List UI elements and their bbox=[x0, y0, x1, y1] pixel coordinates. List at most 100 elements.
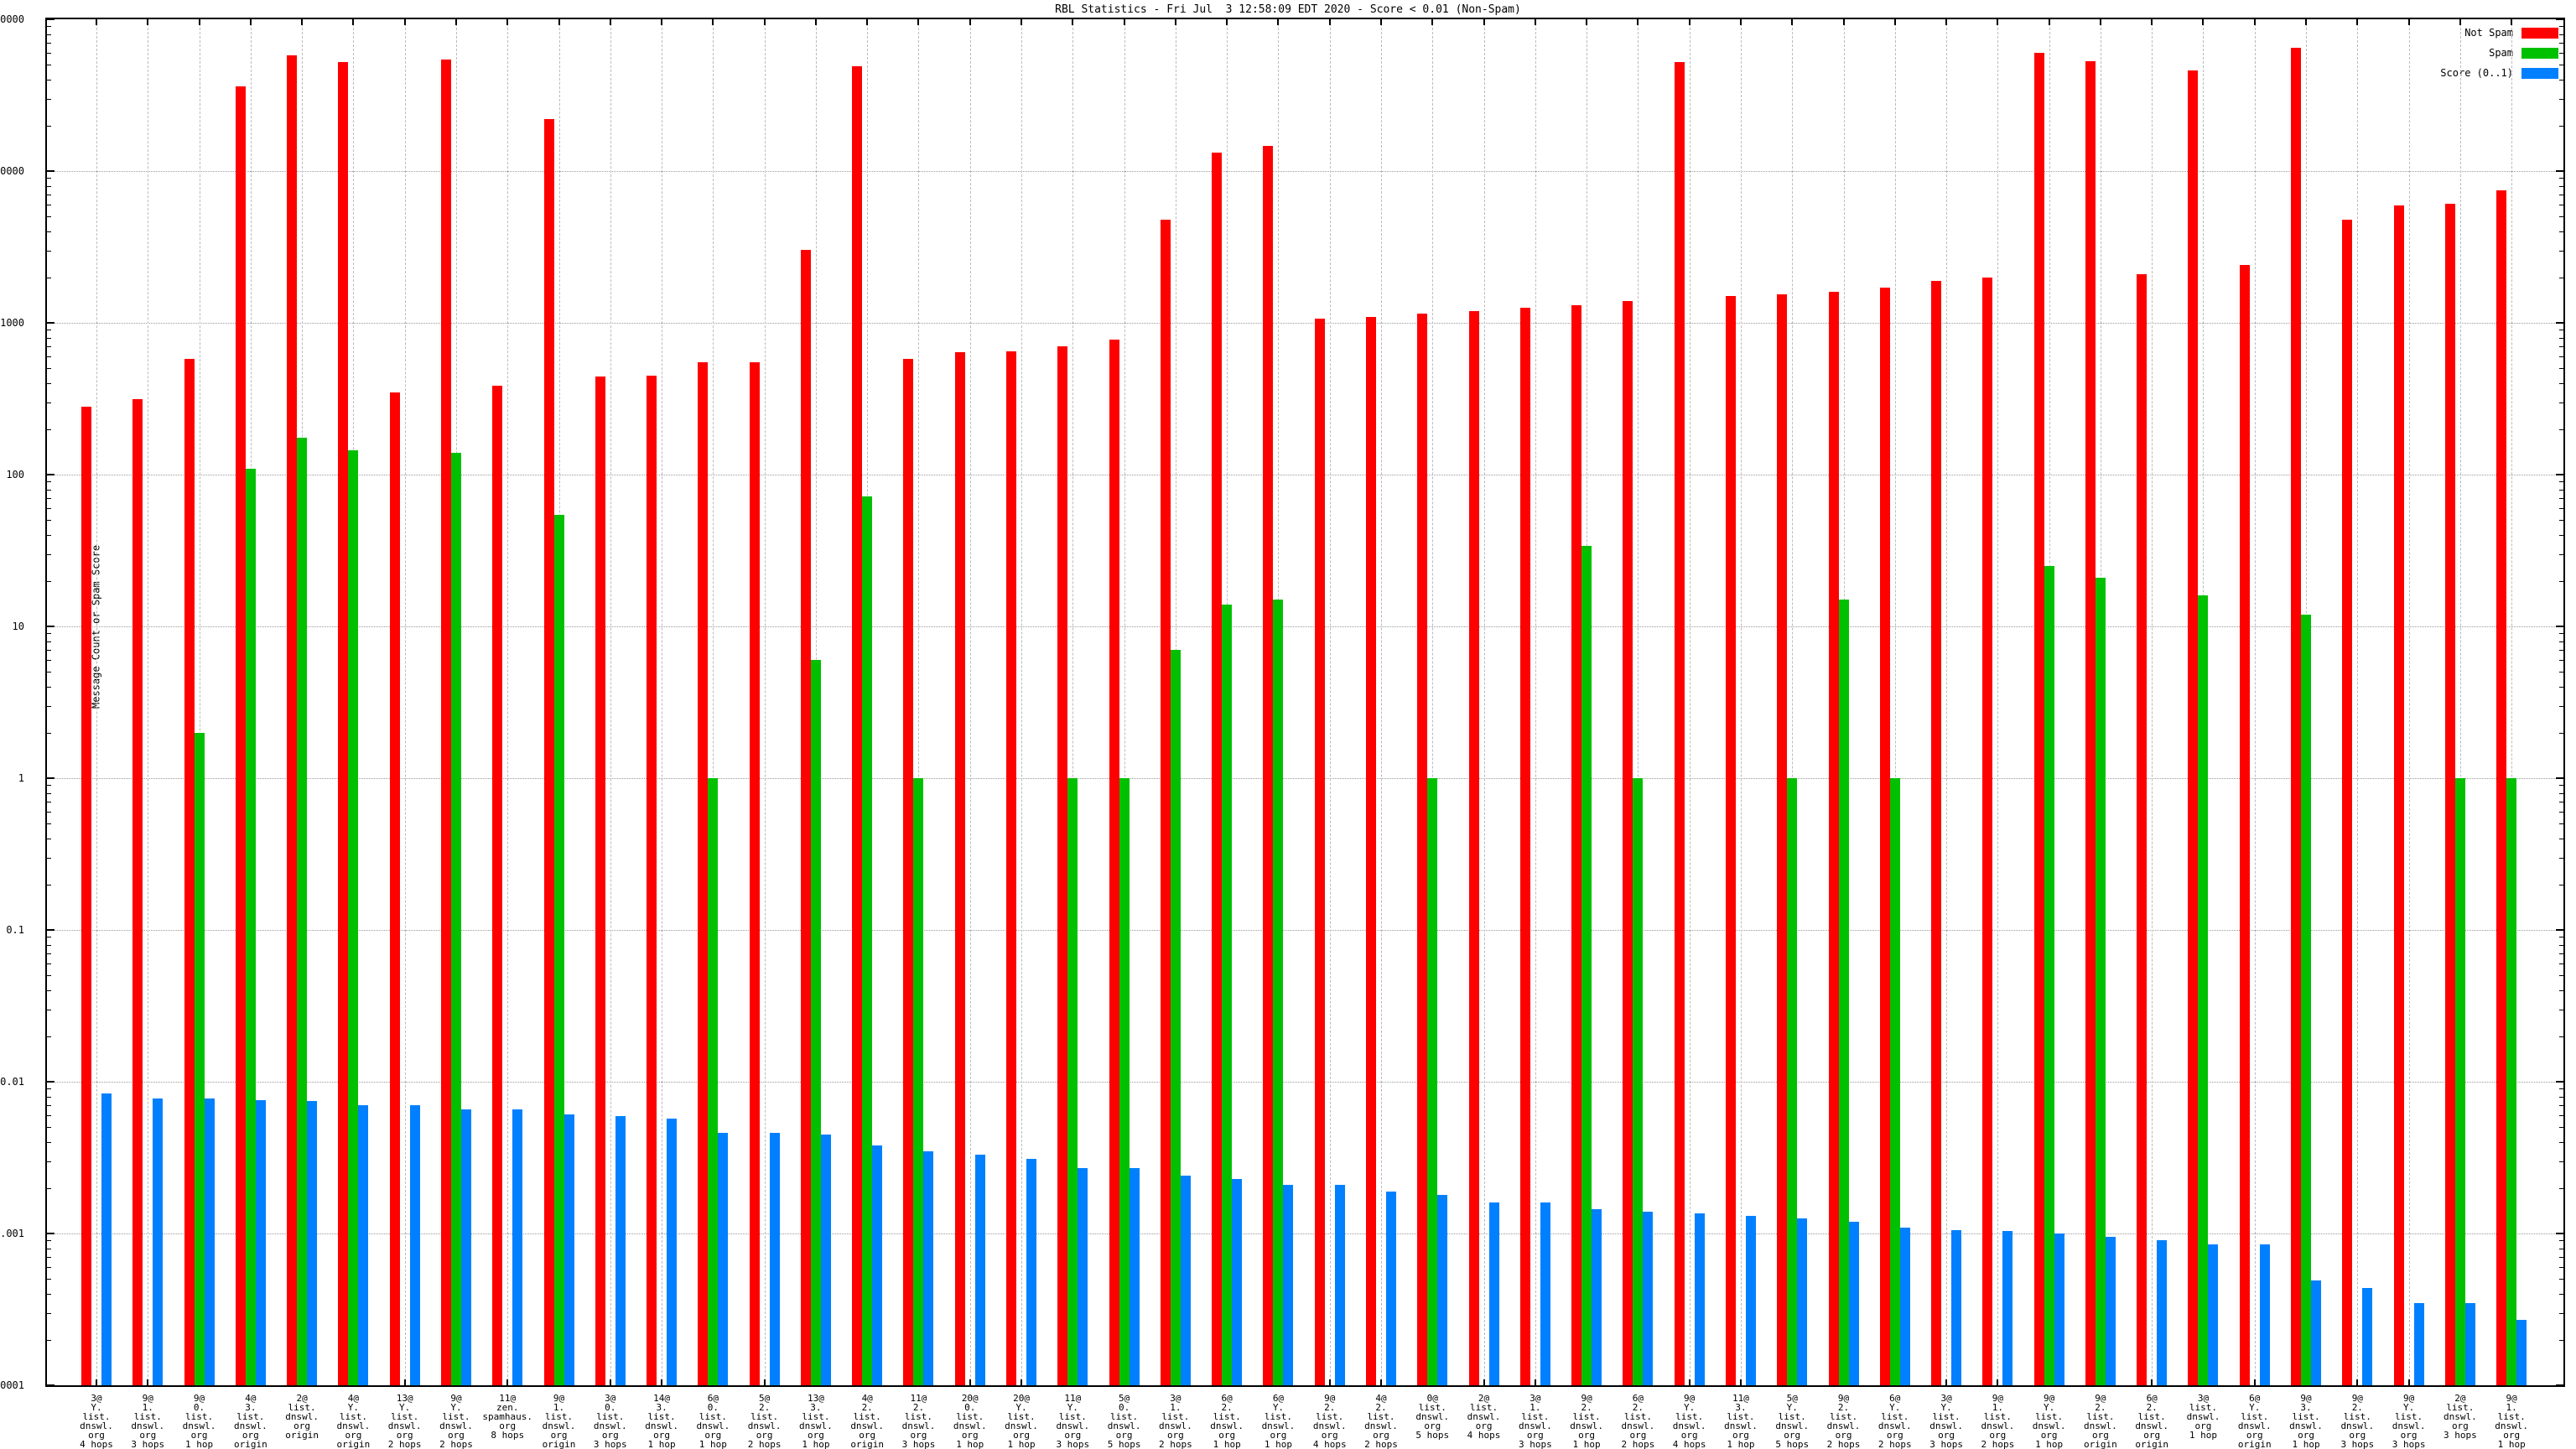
bar-score bbox=[564, 1114, 574, 1385]
bar-score bbox=[1386, 1192, 1396, 1385]
bar-score bbox=[615, 1116, 626, 1385]
bar-not-spam bbox=[2496, 190, 2506, 1385]
x-tick-bottom bbox=[1997, 1379, 1998, 1385]
bar-not-spam bbox=[1109, 340, 1119, 1385]
legend-item: Not Spam bbox=[2440, 23, 2558, 43]
y-minor-tick bbox=[2559, 34, 2563, 35]
x-tick-top bbox=[404, 19, 406, 25]
x-tick-bottom bbox=[1535, 1379, 1536, 1385]
bar-score bbox=[872, 1145, 882, 1385]
y-minor-tick bbox=[2559, 945, 2563, 946]
y-tick-label: 100000 bbox=[0, 14, 24, 24]
x-tick-bottom bbox=[1740, 1379, 1742, 1385]
bar-spam bbox=[1839, 600, 1849, 1385]
y-minor-tick bbox=[2559, 823, 2563, 824]
y-minor-tick bbox=[2559, 581, 2563, 582]
x-gridline bbox=[970, 19, 971, 1385]
bar-spam bbox=[1067, 778, 1078, 1385]
y-minor-tick bbox=[2559, 535, 2563, 536]
bar-not-spam bbox=[750, 362, 760, 1385]
y-minor-tick bbox=[47, 660, 51, 661]
y-gridline bbox=[47, 323, 2563, 324]
x-tick-top bbox=[352, 19, 354, 25]
x-tick-bottom bbox=[506, 1379, 508, 1385]
y-minor-tick bbox=[47, 481, 51, 482]
y-tick-right bbox=[2556, 626, 2563, 627]
y-minor-tick bbox=[2559, 186, 2563, 187]
x-gridline bbox=[507, 19, 508, 1385]
y-minor-tick bbox=[47, 953, 51, 954]
y-minor-tick bbox=[47, 1161, 51, 1162]
bar-score bbox=[2516, 1320, 2527, 1385]
x-tick-top bbox=[1740, 19, 1742, 25]
y-minor-tick bbox=[2559, 1036, 2563, 1037]
y-minor-tick bbox=[2559, 554, 2563, 555]
bar-not-spam bbox=[287, 55, 297, 1385]
bar-score bbox=[2054, 1233, 2064, 1385]
bar-score bbox=[718, 1133, 728, 1385]
y-minor-tick bbox=[47, 706, 51, 707]
y-tick-left bbox=[47, 1233, 55, 1234]
x-gridline bbox=[96, 19, 97, 1385]
bar-not-spam bbox=[1675, 62, 1685, 1385]
x-tick-top bbox=[2408, 19, 2410, 25]
bar-score bbox=[1540, 1202, 1550, 1385]
x-gridline bbox=[1484, 19, 1485, 1385]
bar-spam bbox=[708, 778, 718, 1385]
y-tick-label: 10000 bbox=[0, 166, 24, 176]
bar-not-spam bbox=[441, 60, 451, 1385]
y-minor-tick bbox=[2559, 975, 2563, 976]
y-minor-tick bbox=[47, 963, 51, 964]
x-gridline bbox=[2409, 19, 2410, 1385]
bar-not-spam bbox=[595, 377, 605, 1385]
y-minor-tick bbox=[2559, 1088, 2563, 1089]
x-tick-top bbox=[1483, 19, 1485, 25]
x-tick-top bbox=[661, 19, 662, 25]
y-minor-tick bbox=[47, 126, 51, 127]
x-tick-top bbox=[1021, 19, 1022, 25]
bar-score bbox=[1695, 1213, 1705, 1385]
y-minor-tick bbox=[47, 26, 51, 27]
bar-score bbox=[1797, 1218, 1807, 1385]
bar-score bbox=[1335, 1185, 1345, 1385]
bar-score bbox=[101, 1093, 112, 1385]
bar-not-spam bbox=[2394, 205, 2404, 1385]
bar-not-spam bbox=[184, 359, 195, 1385]
bar-score bbox=[1232, 1179, 1242, 1385]
x-tick-top bbox=[455, 19, 457, 25]
legend-swatch-icon bbox=[2521, 28, 2558, 39]
x-gridline bbox=[1997, 19, 1998, 1385]
x-tick-bottom bbox=[969, 1379, 971, 1385]
x-gridline bbox=[1741, 19, 1742, 1385]
x-gridline bbox=[2152, 19, 2153, 1385]
bar-score bbox=[307, 1101, 317, 1385]
y-minor-tick bbox=[47, 812, 51, 813]
x-tick-top bbox=[2100, 19, 2101, 25]
bar-score bbox=[2002, 1231, 2012, 1385]
legend-swatch-icon bbox=[2521, 68, 2558, 79]
x-gridline bbox=[405, 19, 406, 1385]
y-minor-tick bbox=[2559, 346, 2563, 347]
y-minor-tick bbox=[47, 498, 51, 499]
bar-score bbox=[1130, 1168, 1140, 1385]
bar-not-spam bbox=[1212, 153, 1222, 1385]
y-tick-label: 0.001 bbox=[0, 1228, 24, 1239]
x-tick-bottom bbox=[610, 1379, 611, 1385]
x-tick-top bbox=[147, 19, 148, 25]
x-tick-top bbox=[199, 19, 200, 25]
x-tick-top bbox=[1843, 19, 1845, 25]
bar-not-spam bbox=[801, 250, 811, 1385]
x-tick-bottom bbox=[147, 1379, 148, 1385]
y-tick-label: 0.01 bbox=[0, 1077, 24, 1087]
bar-score bbox=[2106, 1237, 2116, 1385]
y-minor-tick bbox=[2559, 687, 2563, 688]
y-tick-left bbox=[47, 929, 55, 931]
bar-spam bbox=[2198, 595, 2208, 1385]
y-minor-tick bbox=[2559, 1142, 2563, 1143]
y-minor-tick bbox=[47, 945, 51, 946]
y-minor-tick bbox=[47, 34, 51, 35]
x-tick-bottom bbox=[1483, 1379, 1485, 1385]
bar-score bbox=[410, 1105, 420, 1385]
x-tick-top bbox=[2356, 19, 2358, 25]
bar-spam bbox=[2455, 778, 2465, 1385]
